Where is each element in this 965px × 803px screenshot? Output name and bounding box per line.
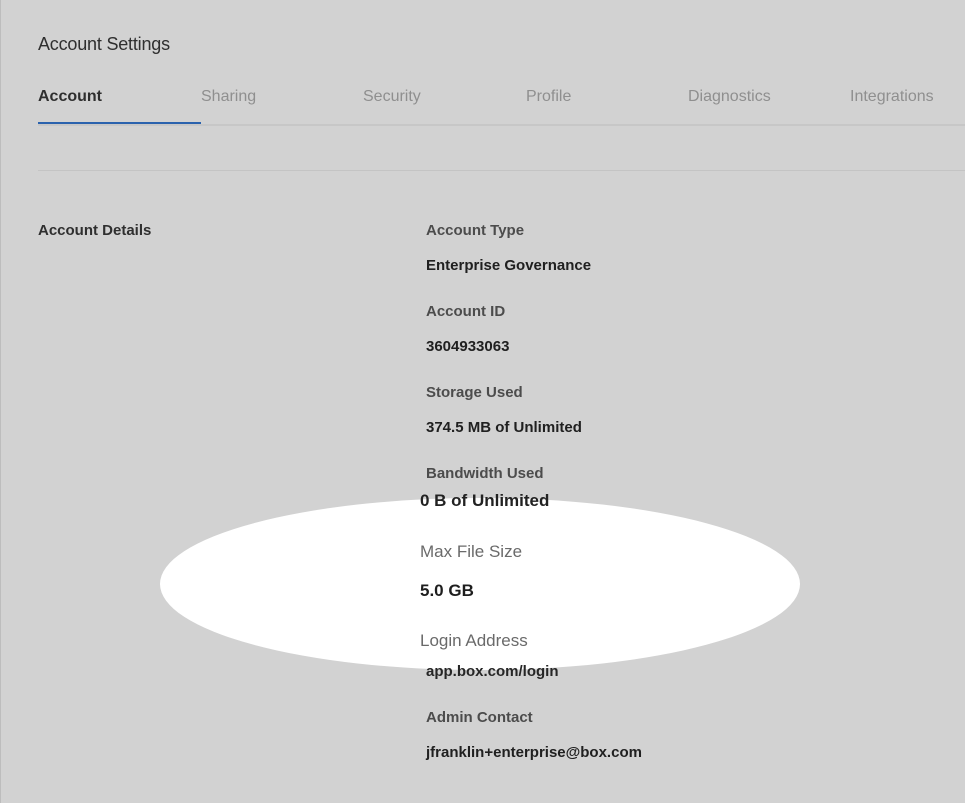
settings-tabs: Account Sharing Security Profile Diagnos…: [38, 88, 965, 126]
value-account-type: Enterprise Governance: [426, 257, 592, 274]
tab-integrations[interactable]: Integrations: [850, 88, 934, 124]
page-title: Account Settings: [38, 34, 170, 54]
value-storage-used: 374.5 MB of Unlimited: [426, 419, 582, 436]
label-storage-used: Storage Used: [426, 384, 523, 401]
tab-sharing[interactable]: Sharing: [201, 88, 256, 124]
left-edge-divider: [0, 0, 1, 803]
value-account-id: 3604933063: [426, 338, 510, 355]
label-admin-contact: Admin Contact: [426, 709, 533, 726]
value-max-file-size: 5.0 GB: [420, 581, 474, 600]
value-admin-contact[interactable]: jfranklin+enterprise@box.com: [426, 744, 642, 761]
tab-profile[interactable]: Profile: [526, 88, 571, 124]
tab-diagnostics[interactable]: Diagnostics: [688, 88, 771, 124]
section-title-account-details: Account Details: [38, 222, 152, 239]
tab-security[interactable]: Security: [363, 88, 421, 124]
label-max-file-size: Max File Size: [420, 542, 523, 561]
value-bandwidth-used: 0 B of Unlimited: [420, 491, 550, 510]
section-divider: [38, 170, 965, 171]
tabs-divider: [38, 124, 965, 126]
label-login-address: Login Address: [420, 631, 528, 650]
value-login-address[interactable]: app.box.com/login: [426, 664, 559, 680]
value-bandwidth-used-clip: 0 B of Unlimited: [420, 488, 640, 510]
label-bandwidth-used: Bandwidth Used: [426, 465, 544, 482]
tab-account[interactable]: Account: [38, 88, 102, 124]
label-account-type: Account Type: [426, 222, 525, 239]
label-account-id: Account ID: [426, 303, 506, 320]
value-login-address-clip: app.box.com/login: [426, 664, 646, 682]
